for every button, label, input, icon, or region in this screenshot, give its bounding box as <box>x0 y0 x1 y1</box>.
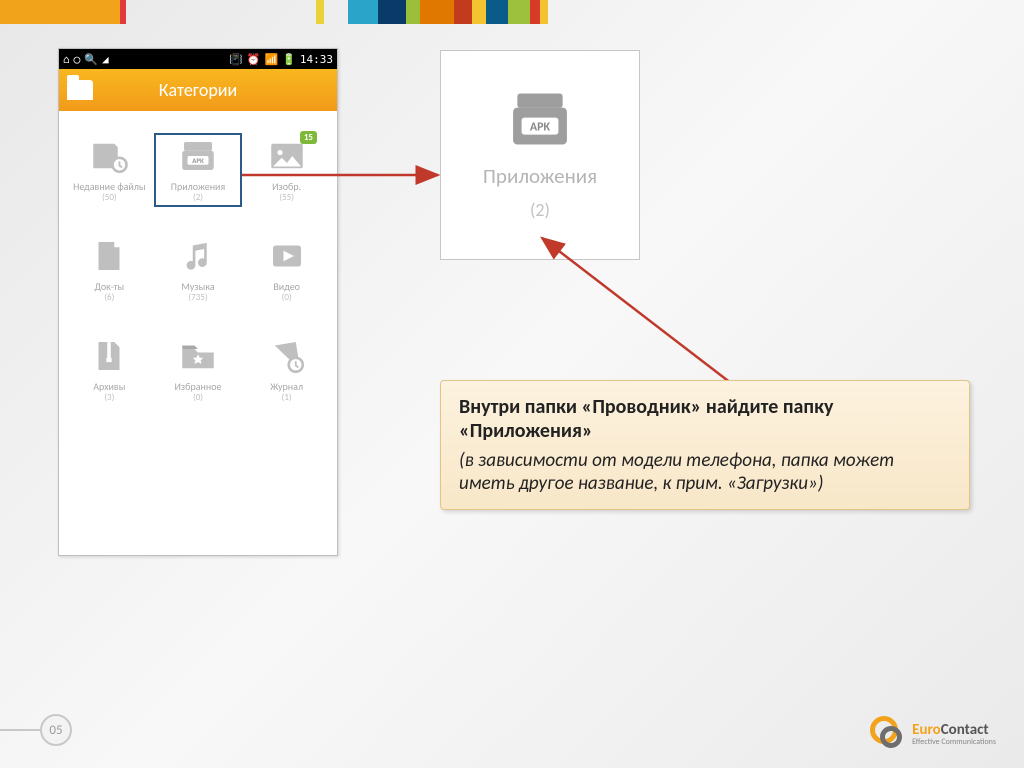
logo-subtitle: Effective Communications <box>912 738 996 746</box>
category-archives[interactable]: Архивы (3) <box>65 333 154 407</box>
compass-icon: ◯ <box>74 53 81 66</box>
category-label: Журнал <box>242 381 331 392</box>
logo-mark <box>870 716 906 752</box>
category-count: (3) <box>65 392 154 403</box>
callout-title: Внутри папки «Проводник» найдите папку «… <box>459 395 951 443</box>
document-icon <box>88 237 130 275</box>
header-title: Категории <box>159 79 237 101</box>
apk-icon: APK <box>177 137 219 175</box>
category-music[interactable]: Музыка (735) <box>154 233 243 307</box>
music-icon <box>177 237 219 275</box>
decorative-color-band <box>0 0 1024 24</box>
category-count: (0) <box>154 392 243 403</box>
vibrate-icon: 📳 <box>229 53 243 66</box>
network-icon: ◢ <box>102 53 109 66</box>
category-count: (2) <box>154 192 243 203</box>
apk-icon-large: APK <box>506 90 574 153</box>
phone-screenshot: ⌂ ◯ 🔍 ◢ 📳 ⏰ 📶 🔋 14:33 Категории Недавние… <box>58 48 338 556</box>
category-favorites[interactable]: Избранное (0) <box>154 333 243 407</box>
category-images[interactable]: 15 Изобр. (55) <box>242 133 331 207</box>
category-video[interactable]: Видео (0) <box>242 233 331 307</box>
app-header: Категории <box>59 69 337 111</box>
category-label: Видео <box>242 281 331 292</box>
category-history[interactable]: Журнал (1) <box>242 333 331 407</box>
video-icon <box>266 237 308 275</box>
favorites-folder-icon <box>177 337 219 375</box>
category-count: (6) <box>65 292 154 303</box>
category-label: Изобр. <box>242 181 331 192</box>
zoom-label: Приложения <box>483 163 597 189</box>
battery-icon: 🔋 <box>282 53 296 66</box>
search-icon: 🔍 <box>84 53 98 66</box>
svg-text:APK: APK <box>192 156 204 165</box>
category-label: Недавние файлы <box>65 181 154 192</box>
category-apps[interactable]: APK Приложения (2) <box>154 133 243 207</box>
category-count: (735) <box>154 292 243 303</box>
badge-count: 15 <box>300 131 317 144</box>
folder-icon <box>67 80 93 100</box>
status-bar: ⌂ ◯ 🔍 ◢ 📳 ⏰ 📶 🔋 14:33 <box>59 49 337 69</box>
archive-icon <box>88 337 130 375</box>
category-count: (50) <box>65 192 154 203</box>
category-label: Архивы <box>65 381 154 392</box>
home-icon: ⌂ <box>63 53 70 66</box>
category-documents[interactable]: Док-ты (6) <box>65 233 154 307</box>
logo-text: EuroContact <box>912 723 996 738</box>
category-grid: Недавние файлы (50) APK Приложения (2) 1… <box>59 111 337 413</box>
clock-value: 14:33 <box>300 53 333 66</box>
page-number: 05 <box>40 714 72 746</box>
svg-text:APK: APK <box>530 120 551 134</box>
category-count: (0) <box>242 292 331 303</box>
history-icon <box>266 337 308 375</box>
category-label: Музыка <box>154 281 243 292</box>
zoom-panel: APK Приложения (2) <box>440 50 640 260</box>
page-number-line <box>0 729 40 731</box>
category-count: (55) <box>242 192 331 203</box>
category-label: Док-ты <box>65 281 154 292</box>
category-label: Избранное <box>154 381 243 392</box>
footer-logo: EuroContact Effective Communications <box>870 716 996 752</box>
category-count: (1) <box>242 392 331 403</box>
recent-files-icon <box>88 137 130 175</box>
category-recent-files[interactable]: Недавние файлы (50) <box>65 133 154 207</box>
zoom-count: (2) <box>530 199 550 221</box>
category-label: Приложения <box>154 181 243 192</box>
instruction-callout: Внутри папки «Проводник» найдите папку «… <box>440 380 970 510</box>
signal-icon: 📶 <box>264 53 278 66</box>
alarm-icon: ⏰ <box>247 53 261 66</box>
callout-note: (в зависимости от модели телефона, папка… <box>459 449 951 495</box>
